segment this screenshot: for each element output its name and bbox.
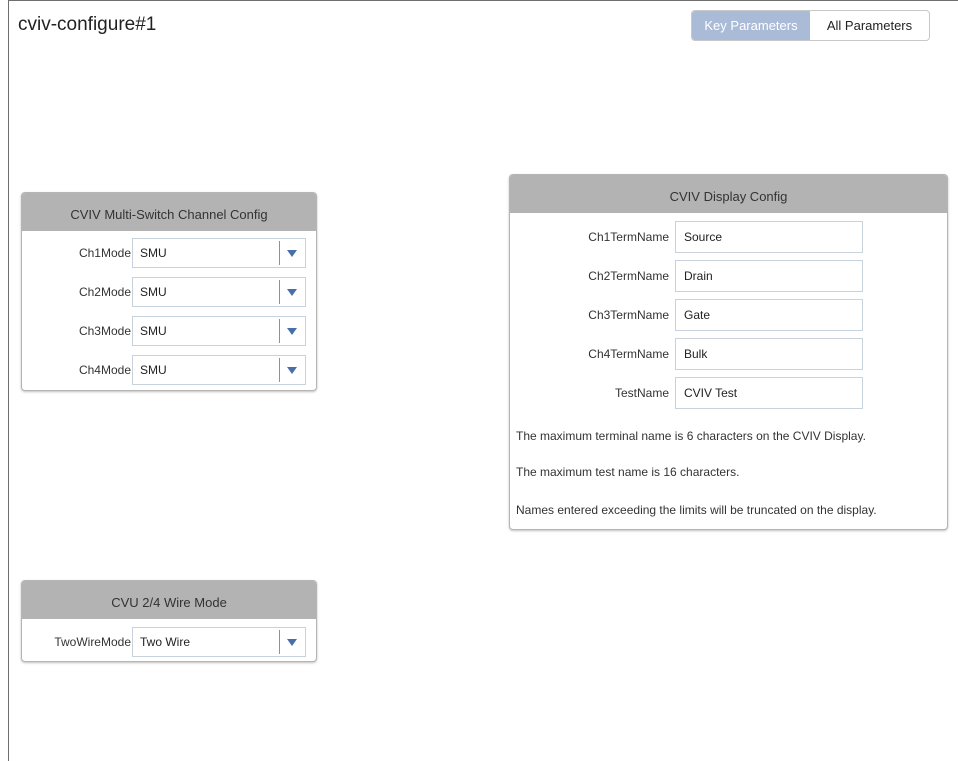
all-parameters-button[interactable]: All Parameters: [810, 11, 929, 40]
dropdown-value: SMU: [140, 363, 167, 377]
form-row-ch3mode: Ch3Mode SMU: [22, 316, 316, 346]
panel-title: CVIV Display Config: [510, 175, 947, 213]
chevron-down-icon[interactable]: [279, 358, 303, 382]
form-row-ch1termname: Ch1TermName Source: [510, 221, 947, 253]
ch2termname-input[interactable]: Drain: [675, 260, 863, 292]
field-label: Ch4Mode: [78, 363, 131, 377]
page-title: cviv-configure#1: [18, 14, 157, 35]
field-label: Ch4TermName: [588, 347, 669, 361]
ch4mode-dropdown[interactable]: SMU: [132, 355, 306, 385]
display-config-panel: CVIV Display Config Ch1TermName Source C…: [509, 174, 948, 530]
form-row-ch2mode: Ch2Mode SMU: [22, 277, 316, 307]
field-label: Ch3TermName: [588, 308, 669, 322]
form-row-testname: TestName CVIV Test: [510, 377, 947, 409]
dropdown-value: SMU: [140, 324, 167, 338]
form-row-ch1mode: Ch1Mode SMU: [22, 238, 316, 268]
test-name-limit-note: The maximum test name is 16 characters.: [516, 465, 740, 479]
ch4termname-input[interactable]: Bulk: [675, 338, 863, 370]
key-parameters-button[interactable]: Key Parameters: [692, 11, 810, 40]
truncation-note: Names entered exceeding the limits will …: [516, 503, 877, 517]
form-row-ch4mode: Ch4Mode SMU: [22, 355, 316, 385]
chevron-down-icon[interactable]: [279, 319, 303, 343]
field-label: TestName: [614, 386, 669, 400]
terminal-name-limit-note: The maximum terminal name is 6 character…: [516, 429, 866, 443]
panel-title: CVIV Multi-Switch Channel Config: [22, 193, 316, 231]
field-label: Ch3Mode: [78, 324, 131, 338]
cvu-wire-mode-panel: CVU 2/4 Wire Mode TwoWireMode Two Wire: [21, 580, 317, 662]
field-label: Ch1TermName: [588, 230, 669, 244]
field-label: TwoWireMode: [54, 635, 131, 649]
multi-switch-config-panel: CVIV Multi-Switch Channel Config Ch1Mode…: [21, 192, 317, 391]
field-label: Ch2TermName: [588, 269, 669, 283]
form-row-twowiremode: TwoWireMode Two Wire: [22, 627, 316, 657]
form-row-ch4termname: Ch4TermName Bulk: [510, 338, 947, 370]
chevron-down-icon[interactable]: [279, 241, 303, 265]
form-row-ch2termname: Ch2TermName Drain: [510, 260, 947, 292]
ch3termname-input[interactable]: Gate: [675, 299, 863, 331]
dropdown-value: Two Wire: [140, 635, 191, 649]
twowiremode-dropdown[interactable]: Two Wire: [132, 627, 306, 657]
chevron-down-icon[interactable]: [279, 630, 303, 654]
chevron-down-icon[interactable]: [279, 280, 303, 304]
parameter-view-toggle: Key Parameters All Parameters: [691, 10, 930, 41]
testname-input[interactable]: CVIV Test: [675, 377, 863, 409]
dropdown-value: SMU: [140, 285, 167, 299]
field-label: Ch1Mode: [78, 246, 131, 260]
ch1termname-input[interactable]: Source: [675, 221, 863, 253]
panel-title: CVU 2/4 Wire Mode: [22, 581, 316, 619]
ch2mode-dropdown[interactable]: SMU: [132, 277, 306, 307]
ch1mode-dropdown[interactable]: SMU: [132, 238, 306, 268]
dropdown-value: SMU: [140, 246, 167, 260]
form-row-ch3termname: Ch3TermName Gate: [510, 299, 947, 331]
ch3mode-dropdown[interactable]: SMU: [132, 316, 306, 346]
field-label: Ch2Mode: [78, 285, 131, 299]
